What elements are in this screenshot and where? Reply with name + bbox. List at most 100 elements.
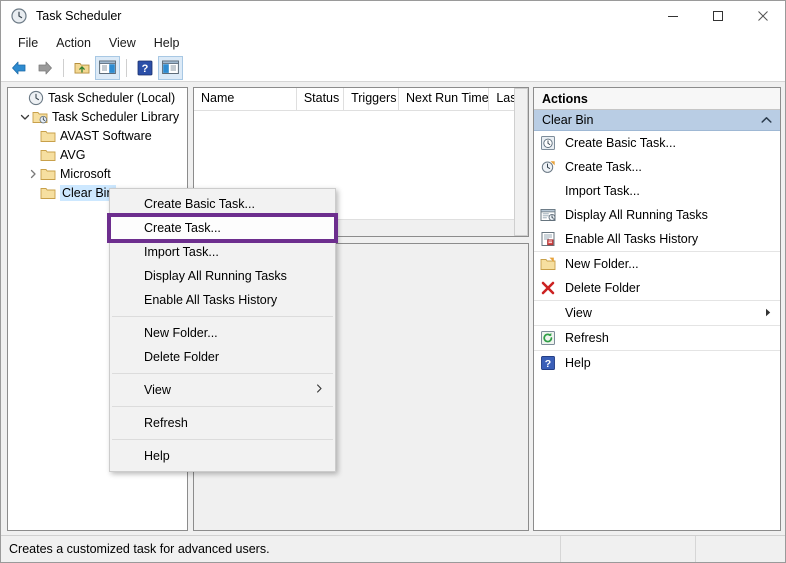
actions-section-clear-bin[interactable]: Clear Bin xyxy=(534,110,780,131)
back-icon xyxy=(10,60,28,76)
context-menu-item-refresh[interactable]: Refresh xyxy=(110,411,335,435)
menu-action[interactable]: Action xyxy=(47,34,100,52)
column-header-next-run-time[interactable]: Next Run Time xyxy=(399,88,489,110)
toolbar-separator-1 xyxy=(63,59,64,77)
tree-node-label: Task Scheduler Library xyxy=(52,110,179,124)
twisty-expanded-icon[interactable] xyxy=(18,112,32,122)
status-bar-message: Creates a customized task for advanced u… xyxy=(1,536,561,562)
context-menu-item-create-task[interactable]: Create Task... xyxy=(110,216,335,240)
action-label: Help xyxy=(565,356,591,370)
svg-text:?: ? xyxy=(141,63,148,75)
action-enable-all-tasks-history[interactable]: Enable All Tasks History xyxy=(534,227,780,251)
show-hide-console-tree-icon xyxy=(99,60,116,75)
context-menu-separator-3 xyxy=(112,406,333,407)
action-create-basic-task[interactable]: Create Basic Task... xyxy=(534,131,780,155)
folder-icon xyxy=(40,185,56,201)
action-view[interactable]: View xyxy=(534,300,780,325)
title-bar: Task Scheduler xyxy=(1,1,785,31)
task-list-header: Name Status Triggers Next Run Time Last … xyxy=(194,88,528,111)
action-create-task[interactable]: Create Task... xyxy=(534,155,780,179)
close-icon xyxy=(757,10,769,22)
tree-node-avg[interactable]: AVG xyxy=(8,145,187,164)
toolbar-separator-2 xyxy=(126,59,127,77)
context-menu: Create Basic Task... Create Task... Impo… xyxy=(109,188,336,472)
maximize-icon xyxy=(712,10,724,22)
action-label: Import Task... xyxy=(565,184,640,198)
task-list-vertical-scrollbar[interactable] xyxy=(514,88,528,236)
action-label: Enable All Tasks History xyxy=(565,232,698,246)
history-icon xyxy=(540,231,556,247)
forward-icon xyxy=(36,60,54,76)
tree-node-task-scheduler-local[interactable]: Task Scheduler (Local) xyxy=(8,88,187,107)
status-bar: Creates a customized task for advanced u… xyxy=(1,535,785,562)
context-menu-item-delete-folder[interactable]: Delete Folder xyxy=(110,345,335,369)
up-folder-button[interactable] xyxy=(69,56,94,80)
action-delete-folder[interactable]: Delete Folder xyxy=(534,276,780,300)
column-header-name[interactable]: Name xyxy=(194,88,297,110)
create-basic-task-icon xyxy=(540,135,556,151)
context-menu-item-new-folder[interactable]: New Folder... xyxy=(110,321,335,345)
new-folder-icon xyxy=(540,256,556,272)
context-menu-item-label: View xyxy=(144,383,171,397)
context-menu-separator-2 xyxy=(112,373,333,374)
menu-file[interactable]: File xyxy=(9,34,47,52)
show-hide-action-pane-button[interactable] xyxy=(158,56,183,80)
menu-help[interactable]: Help xyxy=(145,34,189,52)
toolbar: ? xyxy=(1,54,785,82)
status-bar-cell-3 xyxy=(696,536,785,562)
tree-node-task-scheduler-library[interactable]: Task Scheduler Library xyxy=(8,107,187,126)
context-menu-item-view[interactable]: View xyxy=(110,378,335,402)
window-controls xyxy=(650,1,785,31)
tree-node-label: Microsoft xyxy=(60,167,111,181)
action-refresh[interactable]: Refresh xyxy=(534,325,780,350)
action-display-all-running-tasks[interactable]: Display All Running Tasks xyxy=(534,203,780,227)
clock-icon xyxy=(28,90,44,106)
menu-bar: File Action View Help xyxy=(1,31,785,54)
up-folder-icon xyxy=(73,60,91,76)
action-help[interactable]: ? Help xyxy=(534,350,780,375)
tree-node-avast-software[interactable]: AVAST Software xyxy=(8,126,187,145)
chevron-up-icon[interactable] xyxy=(761,113,772,127)
clock-icon xyxy=(11,8,27,24)
library-folder-icon xyxy=(32,109,48,125)
twisty-collapsed-icon[interactable] xyxy=(26,169,40,179)
back-button[interactable] xyxy=(6,56,31,80)
actions-pane-title: Actions xyxy=(534,88,780,110)
column-header-triggers[interactable]: Triggers xyxy=(344,88,399,110)
menu-view[interactable]: View xyxy=(100,34,145,52)
tree-node-microsoft[interactable]: Microsoft xyxy=(8,164,187,183)
context-menu-item-display-all-running-tasks[interactable]: Display All Running Tasks xyxy=(110,264,335,288)
no-icon xyxy=(540,183,556,199)
action-label: Delete Folder xyxy=(565,281,640,295)
close-button[interactable] xyxy=(740,1,785,31)
action-import-task[interactable]: Import Task... xyxy=(534,179,780,203)
context-menu-item-help[interactable]: Help xyxy=(110,444,335,468)
delete-icon xyxy=(540,280,556,296)
no-icon xyxy=(540,305,556,321)
minimize-button[interactable] xyxy=(650,1,695,31)
folder-icon xyxy=(40,128,56,144)
tree-node-label: Clear Bin xyxy=(60,185,116,201)
action-label: Display All Running Tasks xyxy=(565,208,708,222)
column-header-status[interactable]: Status xyxy=(297,88,344,110)
folder-icon xyxy=(40,147,56,163)
action-label: Create Basic Task... xyxy=(565,136,676,150)
context-menu-separator-1 xyxy=(112,316,333,317)
maximize-button[interactable] xyxy=(695,1,740,31)
svg-text:?: ? xyxy=(545,358,551,370)
forward-button[interactable] xyxy=(32,56,57,80)
context-menu-item-enable-all-tasks-history[interactable]: Enable All Tasks History xyxy=(110,288,335,312)
show-hide-console-tree-button[interactable] xyxy=(95,56,120,80)
context-menu-item-create-basic-task[interactable]: Create Basic Task... xyxy=(110,192,335,216)
tree-node-label: AVG xyxy=(60,148,85,162)
help-icon: ? xyxy=(137,60,153,76)
tree-node-label: Task Scheduler (Local) xyxy=(48,91,175,105)
help-button[interactable]: ? xyxy=(132,56,157,80)
action-label: New Folder... xyxy=(565,257,639,271)
context-menu-separator-4 xyxy=(112,439,333,440)
actions-pane: Actions Clear Bin Create Basic Task... xyxy=(533,87,781,531)
refresh-icon xyxy=(540,330,556,346)
action-new-folder[interactable]: New Folder... xyxy=(534,251,780,276)
create-task-icon xyxy=(540,159,556,175)
context-menu-item-import-task[interactable]: Import Task... xyxy=(110,240,335,264)
